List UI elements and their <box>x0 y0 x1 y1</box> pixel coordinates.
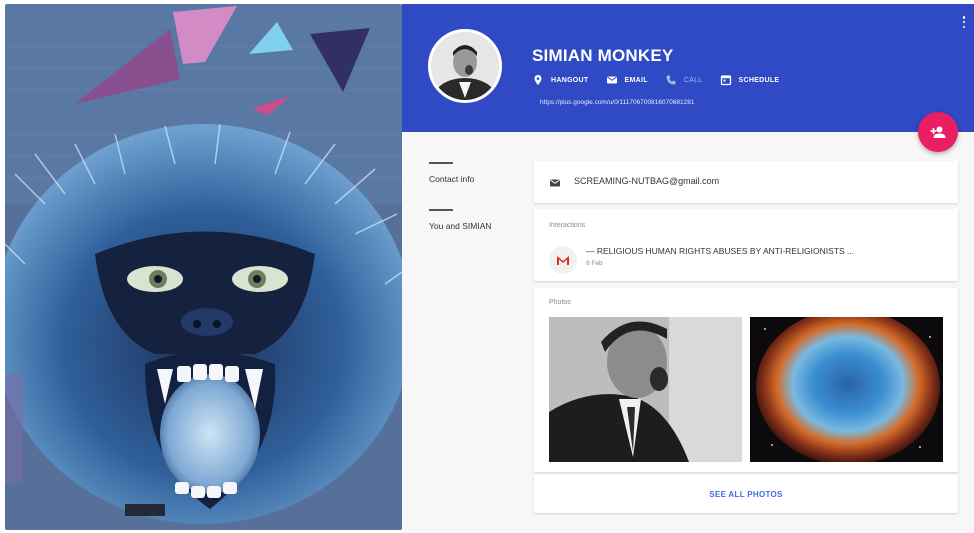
contact-card: SIMIAN MONKEY HANGOUT EMAIL CALL SCHEDUL… <box>402 4 974 533</box>
interaction-subject[interactable]: — RELIGIOUS HUMAN RIGHTS ABUSES BY ANTI-… <box>586 246 854 256</box>
monkey-mural-image <box>5 4 402 530</box>
photo-thumbnail-nebula[interactable] <box>750 317 943 462</box>
see-all-photos-card: SEE ALL PHOTOS <box>534 475 958 513</box>
nav-divider <box>429 209 453 211</box>
phone-icon <box>665 74 677 86</box>
schedule-label: SCHEDULE <box>738 76 780 84</box>
email-address[interactable]: SCREAMING-NUTBAG@gmail.com <box>574 176 719 186</box>
photos-title: Photos <box>549 299 571 306</box>
contact-actions: HANGOUT EMAIL CALL SCHEDULE <box>532 74 796 86</box>
photos-card: Photos <box>534 288 958 472</box>
schedule-button[interactable]: SCHEDULE <box>720 74 780 86</box>
photo-thumbnail-man-shouting[interactable] <box>549 317 742 462</box>
email-card[interactable]: SCREAMING-NUTBAG@gmail.com <box>534 161 958 203</box>
interactions-card: Interactions — RELIGIOUS HUMAN RIGHTS AB… <box>534 209 958 281</box>
see-all-photos-button[interactable]: SEE ALL PHOTOS <box>709 490 782 499</box>
interaction-date: 9 Feb <box>586 260 603 267</box>
nav-divider <box>429 162 453 164</box>
call-label: CALL <box>683 76 703 84</box>
nav-contact-info[interactable]: Contact info <box>429 162 474 184</box>
email-icon <box>606 74 618 86</box>
contact-name: SIMIAN MONKEY <box>532 46 674 65</box>
profile-link[interactable]: https://plus.google.com/u/0/111706700816… <box>540 99 694 106</box>
hangout-label: HANGOUT <box>551 76 589 84</box>
location-pin-icon <box>532 74 544 86</box>
nav-contact-info-label: Contact info <box>429 174 475 184</box>
gmail-icon <box>549 246 577 274</box>
calendar-icon <box>720 74 732 86</box>
add-to-contacts-button[interactable] <box>918 112 958 152</box>
hangout-button[interactable]: HANGOUT <box>532 74 589 86</box>
interactions-title: Interactions <box>549 222 586 229</box>
contact-header: SIMIAN MONKEY HANGOUT EMAIL CALL SCHEDUL… <box>402 4 974 132</box>
more-options-icon[interactable] <box>960 14 968 30</box>
nav-you-and-contact[interactable]: You and SIMIAN <box>429 209 492 231</box>
email-icon <box>549 176 561 194</box>
nav-you-and-label: You and SIMIAN <box>429 221 492 231</box>
add-person-icon <box>930 126 946 138</box>
call-button[interactable]: CALL <box>665 74 703 86</box>
email-button[interactable]: EMAIL <box>606 74 648 86</box>
avatar[interactable] <box>428 29 502 103</box>
email-label: EMAIL <box>624 76 648 84</box>
